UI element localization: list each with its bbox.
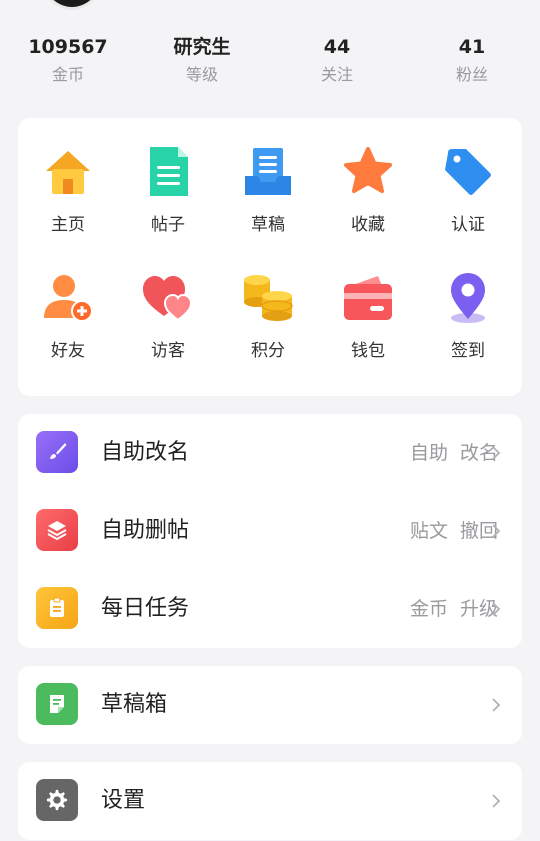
menu-hint: 贴文 撤回	[410, 492, 498, 570]
drafts-card: 草稿箱	[18, 666, 522, 744]
settings-card: 设置	[18, 762, 522, 840]
document-icon	[140, 144, 196, 200]
stat-level[interactable]: 研究生 等级	[142, 34, 262, 88]
grid-label: 草稿	[251, 215, 285, 235]
grid-item-posts[interactable]: 帖子	[118, 144, 218, 236]
grid-item-verify[interactable]: 认证	[418, 144, 518, 236]
menu-hint: 金币 升级	[410, 570, 498, 648]
profile-stats: 109567 金币 研究生 等级 44 关注 41 粉丝	[0, 34, 540, 94]
grid-label: 访客	[151, 341, 185, 361]
location-pin-icon	[440, 270, 496, 326]
brush-icon	[36, 431, 78, 473]
star-icon	[340, 144, 396, 200]
menu-hint-text: 金币	[409, 598, 448, 620]
grid-item-friends[interactable]: 好友	[18, 270, 118, 362]
grid-item-wallet[interactable]: 钱包	[318, 270, 418, 362]
add-friend-icon	[40, 270, 96, 326]
menu-hint-text: 自助	[409, 442, 448, 464]
coins-icon	[240, 270, 296, 326]
note-icon	[36, 683, 78, 725]
menu-title: 每日任务	[101, 596, 190, 621]
menu-hint-text: 贴文	[409, 520, 448, 542]
stat-label: 关注	[320, 65, 353, 84]
stat-value: 研究生	[173, 36, 231, 58]
grid-label: 认证	[451, 215, 485, 235]
stat-label: 等级	[185, 65, 218, 84]
chevron-right-icon	[492, 698, 501, 712]
stat-followers[interactable]: 41 粉丝	[412, 34, 532, 88]
clipboard-icon	[36, 587, 78, 629]
grid-label: 积分	[251, 341, 285, 361]
grid-label: 收藏	[351, 215, 385, 235]
menu-title: 设置	[101, 788, 146, 813]
stat-value: 109567	[28, 36, 108, 58]
menu-item-delete-post[interactable]: 自助删帖 贴文 撤回	[18, 492, 522, 570]
menu-item-daily-tasks[interactable]: 每日任务 金币 升级	[18, 570, 522, 648]
grid-label: 签到	[451, 341, 485, 361]
grid-item-checkin[interactable]: 签到	[418, 270, 518, 362]
menu-item-rename[interactable]: 自助改名 自助 改名	[18, 414, 522, 492]
feature-grid: 主页 帖子 草稿 收藏 认证 好友 访客 积分 钱包 签到	[18, 118, 522, 396]
menu-hint: 自助 改名	[410, 414, 498, 492]
chevron-right-icon	[492, 794, 501, 808]
grid-item-points[interactable]: 积分	[218, 270, 318, 362]
stat-following[interactable]: 44 关注	[277, 34, 397, 88]
chevron-right-icon	[492, 602, 501, 616]
avatar[interactable]	[40, 0, 104, 10]
stat-label: 粉丝	[455, 65, 488, 84]
wallet-icon	[340, 270, 396, 326]
grid-label: 钱包	[351, 341, 385, 361]
stat-value: 41	[458, 36, 486, 58]
home-icon	[40, 144, 96, 200]
grid-label: 主页	[51, 215, 85, 235]
menu-item-settings[interactable]: 设置	[18, 762, 522, 840]
tag-icon	[440, 144, 496, 200]
stat-coins[interactable]: 109567 金币	[8, 34, 128, 88]
stat-value: 44	[323, 36, 351, 58]
menu-title: 草稿箱	[101, 692, 168, 717]
hearts-icon	[140, 270, 196, 326]
grid-item-favorites[interactable]: 收藏	[318, 144, 418, 236]
menu-item-drafts-box[interactable]: 草稿箱	[18, 666, 522, 744]
stat-label: 金币	[51, 65, 84, 84]
chevron-right-icon	[492, 524, 501, 538]
chevron-right-icon	[492, 446, 501, 460]
grid-label: 好友	[51, 341, 85, 361]
menu-title: 自助删帖	[101, 518, 190, 543]
gear-icon	[36, 779, 78, 821]
layers-icon	[36, 509, 78, 551]
draft-tray-icon	[240, 144, 296, 200]
grid-label: 帖子	[151, 215, 185, 235]
menu-title: 自助改名	[101, 440, 190, 465]
grid-item-home[interactable]: 主页	[18, 144, 118, 236]
grid-item-drafts[interactable]: 草稿	[218, 144, 318, 236]
grid-item-visitors[interactable]: 访客	[118, 270, 218, 362]
tools-menu-card: 自助改名 自助 改名 自助删帖 贴文 撤回 每日任务 金币 升级	[18, 414, 522, 648]
